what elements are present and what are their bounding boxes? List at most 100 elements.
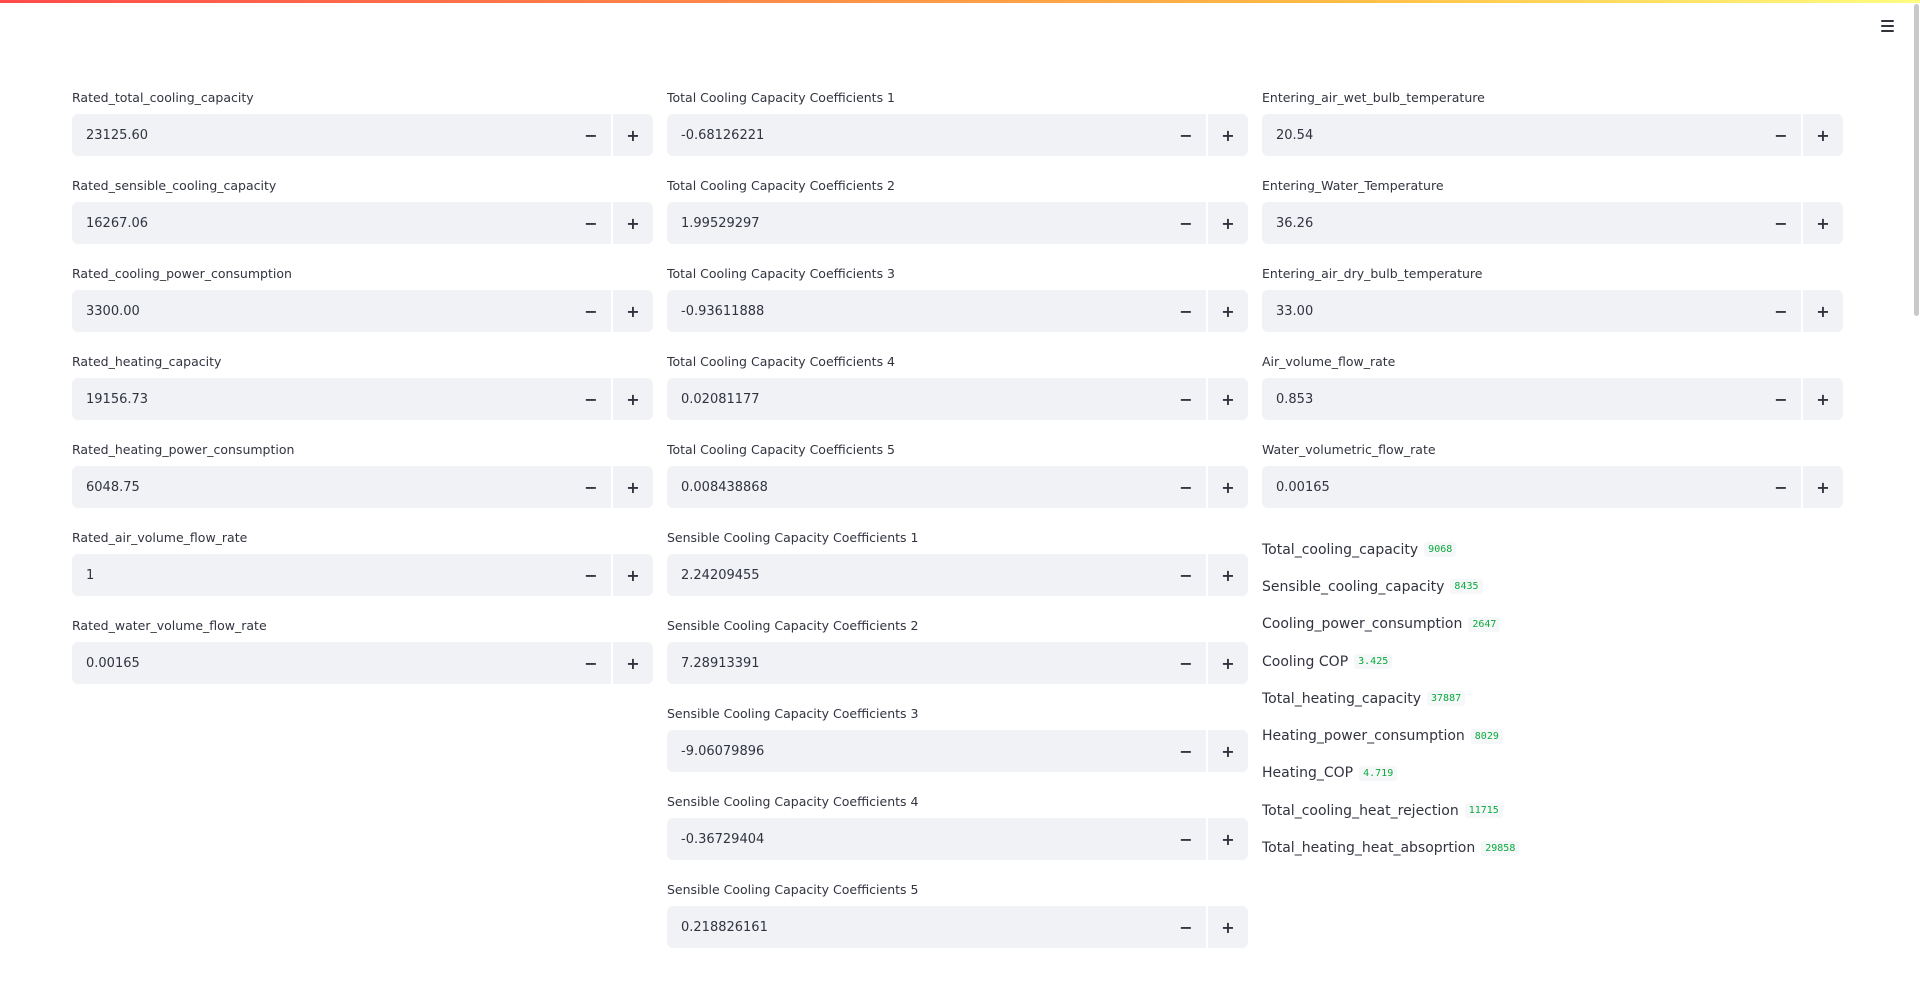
- metric-row: Total_cooling_capacity 9068: [1262, 531, 1843, 568]
- increment-button[interactable]: +: [1208, 906, 1248, 948]
- metric-value: 9068: [1424, 542, 1457, 558]
- increment-button[interactable]: +: [1208, 378, 1248, 420]
- decrement-button[interactable]: −: [1166, 642, 1206, 684]
- number-input-value[interactable]: 7.28913391: [667, 642, 1166, 684]
- number-input-value[interactable]: 0.02081177: [667, 378, 1166, 420]
- number-input-value[interactable]: -0.36729404: [667, 818, 1166, 860]
- decrement-button[interactable]: −: [1761, 290, 1801, 332]
- field-label: Sensible Cooling Capacity Coefficients 5: [667, 882, 919, 897]
- increment-button[interactable]: +: [613, 114, 653, 156]
- increment-button[interactable]: +: [1803, 114, 1843, 156]
- increment-button[interactable]: +: [1208, 466, 1248, 508]
- decrement-button[interactable]: −: [1761, 378, 1801, 420]
- number-input: 6048.75 − +: [72, 466, 653, 508]
- number-input-value[interactable]: 0.218826161: [667, 906, 1166, 948]
- number-input-value[interactable]: -9.06079896: [667, 730, 1166, 772]
- increment-button[interactable]: +: [613, 290, 653, 332]
- decrement-button[interactable]: −: [1166, 202, 1206, 244]
- field-label: Total Cooling Capacity Coefficients 5: [667, 442, 896, 457]
- increment-button[interactable]: +: [613, 466, 653, 508]
- number-input-value[interactable]: -0.68126221: [667, 114, 1166, 156]
- number-input: 0.008438868 − +: [667, 466, 1248, 508]
- number-input-value[interactable]: 0.008438868: [667, 466, 1166, 508]
- decrement-button[interactable]: −: [1166, 906, 1206, 948]
- increment-button[interactable]: +: [1803, 202, 1843, 244]
- number-input-value[interactable]: 36.26: [1262, 202, 1761, 244]
- decrement-button[interactable]: −: [571, 466, 611, 508]
- number-input-value[interactable]: -0.93611888: [667, 290, 1166, 332]
- decrement-button[interactable]: −: [1166, 730, 1206, 772]
- number-field: Rated_total_cooling_capacity 23125.60 − …: [72, 87, 653, 174]
- number-input-value[interactable]: 20.54: [1262, 114, 1761, 156]
- metric-label: Heating_COP: [1262, 765, 1354, 782]
- results-list: Total_cooling_capacity 9068 Sensible_coo…: [1262, 531, 1843, 867]
- number-field: Sensible Cooling Capacity Coefficients 4…: [667, 791, 1248, 878]
- number-input-value[interactable]: 0.00165: [1262, 466, 1761, 508]
- metric-label: Cooling_power_consumption: [1262, 616, 1463, 633]
- number-field: Total Cooling Capacity Coefficients 5 0.…: [667, 439, 1248, 526]
- field-label: Rated_air_volume_flow_rate: [72, 530, 248, 545]
- increment-button[interactable]: +: [1803, 290, 1843, 332]
- number-field: Total Cooling Capacity Coefficients 3 -0…: [667, 263, 1248, 350]
- increment-button[interactable]: +: [1803, 466, 1843, 508]
- decrement-button[interactable]: −: [571, 554, 611, 596]
- number-input: 0.853 − +: [1262, 378, 1843, 420]
- decrement-button[interactable]: −: [1166, 818, 1206, 860]
- number-input: 33.00 − +: [1262, 290, 1843, 332]
- decrement-button[interactable]: −: [571, 290, 611, 332]
- field-label: Rated_heating_capacity: [72, 354, 222, 369]
- number-field: Total Cooling Capacity Coefficients 1 -0…: [667, 87, 1248, 174]
- increment-button[interactable]: +: [1208, 554, 1248, 596]
- increment-button[interactable]: +: [613, 554, 653, 596]
- increment-button[interactable]: +: [1208, 114, 1248, 156]
- number-field: Sensible Cooling Capacity Coefficients 5…: [667, 879, 1248, 966]
- increment-button[interactable]: +: [613, 202, 653, 244]
- number-input-value[interactable]: 16267.06: [72, 202, 571, 244]
- number-field: Entering_air_dry_bulb_temperature 33.00 …: [1262, 263, 1843, 350]
- number-input-value[interactable]: 6048.75: [72, 466, 571, 508]
- decrement-button[interactable]: −: [1761, 202, 1801, 244]
- decrement-button[interactable]: −: [571, 642, 611, 684]
- decrement-button[interactable]: −: [1166, 378, 1206, 420]
- decrement-button[interactable]: −: [1166, 554, 1206, 596]
- number-input-value[interactable]: 1: [72, 554, 571, 596]
- field-label: Rated_heating_power_consumption: [72, 442, 295, 457]
- metric-label: Total_heating_heat_absoprtion: [1262, 840, 1476, 857]
- increment-button[interactable]: +: [613, 378, 653, 420]
- number-input-value[interactable]: 0.00165: [72, 642, 571, 684]
- metric-value: 3.425: [1354, 654, 1393, 670]
- decrement-button[interactable]: −: [1166, 466, 1206, 508]
- number-input-value[interactable]: 0.853: [1262, 378, 1761, 420]
- field-label: Sensible Cooling Capacity Coefficients 2: [667, 618, 919, 633]
- increment-button[interactable]: +: [1208, 290, 1248, 332]
- number-field: Rated_cooling_power_consumption 3300.00 …: [72, 263, 653, 350]
- hamburger-menu-icon[interactable]: [1876, 15, 1898, 37]
- decrement-button[interactable]: −: [571, 202, 611, 244]
- decrement-button[interactable]: −: [571, 114, 611, 156]
- top-accent-bar: [0, 0, 1920, 3]
- number-input-value[interactable]: 19156.73: [72, 378, 571, 420]
- number-field: Entering_air_wet_bulb_temperature 20.54 …: [1262, 87, 1843, 174]
- field-label: Total Cooling Capacity Coefficients 2: [667, 178, 896, 193]
- number-input-value[interactable]: 33.00: [1262, 290, 1761, 332]
- decrement-button[interactable]: −: [1761, 114, 1801, 156]
- number-field: Total Cooling Capacity Coefficients 2 1.…: [667, 175, 1248, 262]
- number-input-value[interactable]: 3300.00: [72, 290, 571, 332]
- number-input: -0.93611888 − +: [667, 290, 1248, 332]
- increment-button[interactable]: +: [1208, 202, 1248, 244]
- number-input: 0.218826161 − +: [667, 906, 1248, 948]
- decrement-button[interactable]: −: [1761, 466, 1801, 508]
- increment-button[interactable]: +: [1208, 818, 1248, 860]
- increment-button[interactable]: +: [1803, 378, 1843, 420]
- number-input: 0.00165 − +: [1262, 466, 1843, 508]
- increment-button[interactable]: +: [613, 642, 653, 684]
- scrollbar[interactable]: [1914, 4, 1919, 316]
- number-input-value[interactable]: 2.24209455: [667, 554, 1166, 596]
- decrement-button[interactable]: −: [1166, 290, 1206, 332]
- increment-button[interactable]: +: [1208, 730, 1248, 772]
- increment-button[interactable]: +: [1208, 642, 1248, 684]
- decrement-button[interactable]: −: [1166, 114, 1206, 156]
- number-input-value[interactable]: 1.99529297: [667, 202, 1166, 244]
- decrement-button[interactable]: −: [571, 378, 611, 420]
- number-input-value[interactable]: 23125.60: [72, 114, 571, 156]
